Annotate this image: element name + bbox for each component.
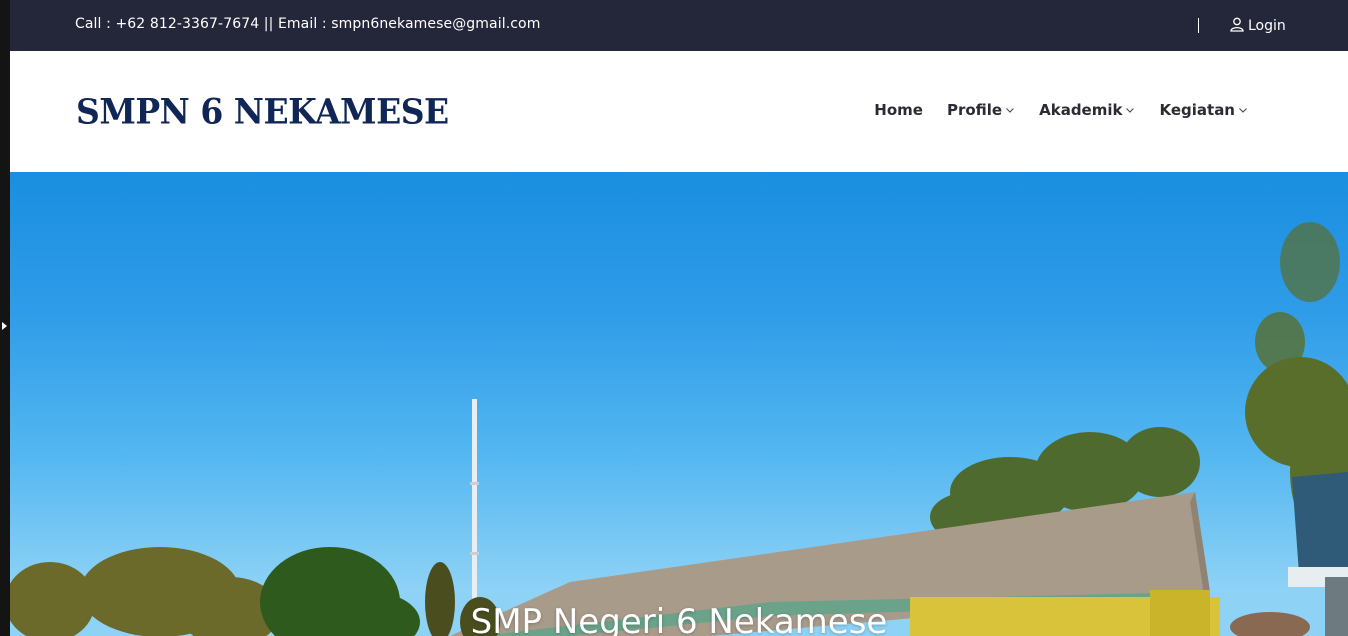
login-label: Login xyxy=(1248,18,1286,34)
hero-title: SMP Negeri 6 Nekamese xyxy=(470,602,888,636)
nav-home[interactable]: Home xyxy=(874,101,923,119)
nav-home-label: Home xyxy=(874,101,923,119)
top-bar: Call : +62 812-3367-7674 || Email : smpn… xyxy=(10,0,1348,51)
expand-arrow-icon[interactable] xyxy=(2,322,7,330)
window-edge xyxy=(0,0,10,636)
chevron-down-icon xyxy=(1005,101,1015,119)
contact-info: Call : +62 812-3367-7674 || Email : smpn… xyxy=(75,16,541,32)
site-logo[interactable]: SMPN 6 NEKAMESE xyxy=(76,91,449,132)
page: Call : +62 812-3367-7674 || Email : smpn… xyxy=(10,0,1348,636)
user-icon xyxy=(1229,16,1245,36)
nav-kegiatan-label: Kegiatan xyxy=(1159,101,1235,119)
hero-photo xyxy=(10,222,1348,636)
main-nav: Home Profile Akademik Kegiatan xyxy=(874,101,1248,119)
nav-kegiatan[interactable]: Kegiatan xyxy=(1159,101,1248,119)
nav-akademik-label: Akademik xyxy=(1039,101,1123,119)
topbar-divider xyxy=(1198,18,1199,33)
nav-profile[interactable]: Profile xyxy=(947,101,1015,119)
login-link[interactable]: Login xyxy=(1229,16,1286,36)
chevron-down-icon xyxy=(1125,101,1135,119)
hero-banner: SMP Negeri 6 Nekamese xyxy=(10,172,1348,636)
nav-profile-label: Profile xyxy=(946,101,1003,119)
nav-akademik[interactable]: Akademik xyxy=(1039,101,1135,119)
site-header: SMPN 6 NEKAMESE Home Profile Akademik Ke… xyxy=(10,51,1348,172)
chevron-down-icon xyxy=(1238,101,1248,119)
